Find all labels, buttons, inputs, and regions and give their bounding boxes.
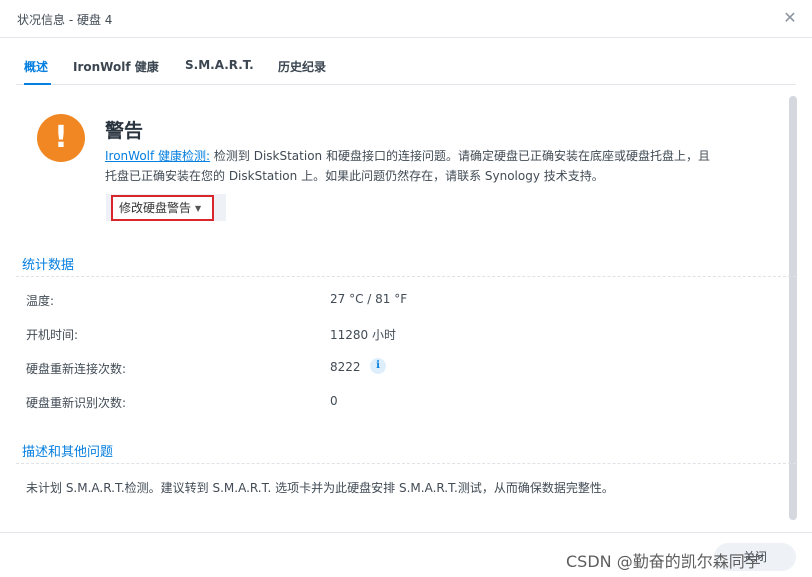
info-icon[interactable]: i [370, 358, 386, 374]
stat-value-temperature: 27 °C / 81 °F [330, 292, 408, 306]
tab-ironwolf-health[interactable]: IronWolf 健康 [73, 58, 159, 75]
section-divider [16, 276, 796, 277]
warning-title: 警告 [105, 120, 144, 142]
tab-history[interactable]: 历史纪录 [278, 58, 326, 75]
active-tab-indicator [24, 83, 51, 85]
stat-label-reconnect-count: 硬盘重新连接次数: [26, 362, 127, 376]
exclamation-icon: ! [37, 114, 85, 162]
stat-label-power-on-time: 开机时间: [26, 328, 79, 342]
title-bar: 状况信息 - 硬盘 4 ✕ [0, 0, 812, 38]
stat-value-reconnect-count: 8222 [330, 360, 361, 374]
section-divider [16, 463, 796, 464]
description-text: 未计划 S.M.A.R.T.检测。建议转到 S.M.A.R.T. 选项卡并为此硬… [26, 481, 614, 495]
modify-disk-warning-button[interactable]: 修改硬盘警告 ▼ [111, 195, 214, 221]
warning-message-line1: 检测到 DiskStation 和硬盘接口的连接问题。请确定硬盘已正确安装在底座… [210, 149, 710, 163]
stat-label-temperature: 温度: [26, 294, 55, 308]
warning-message: IronWolf 健康检测: 检测到 DiskStation 和硬盘接口的连接问… [105, 146, 775, 186]
watermark: CSDN @勤奋的凯尔森同学 [566, 552, 761, 571]
window-title: 状况信息 - 硬盘 4 [17, 13, 113, 27]
stat-label-redetect-count: 硬盘重新识别次数: [26, 396, 127, 410]
ironwolf-health-link[interactable]: IronWolf 健康检测: [105, 149, 210, 163]
description-section-title: 描述和其他问题 [22, 445, 114, 460]
tab-smart[interactable]: S.M.A.R.T. [185, 58, 254, 72]
scrollbar[interactable] [789, 96, 797, 520]
tab-overview[interactable]: 概述 [24, 58, 48, 75]
statistics-section-title: 统计数据 [22, 258, 75, 273]
scrollbar-thumb[interactable] [789, 96, 797, 520]
caret-down-icon: ▼ [195, 203, 202, 213]
modify-disk-warning-label: 修改硬盘警告 [119, 201, 192, 215]
footer-divider [0, 532, 812, 533]
warning-message-line2: 托盘已正确安装在您的 DiskStation 上。如果此问题仍然存在，请联系 S… [105, 169, 604, 183]
stat-value-redetect-count: 0 [330, 394, 338, 408]
tab-bar: 概述 IronWolf 健康 S.M.A.R.T. 历史纪录 [16, 48, 796, 85]
close-icon[interactable]: ✕ [781, 9, 799, 27]
stat-value-power-on-time: 11280 小时 [330, 328, 396, 342]
